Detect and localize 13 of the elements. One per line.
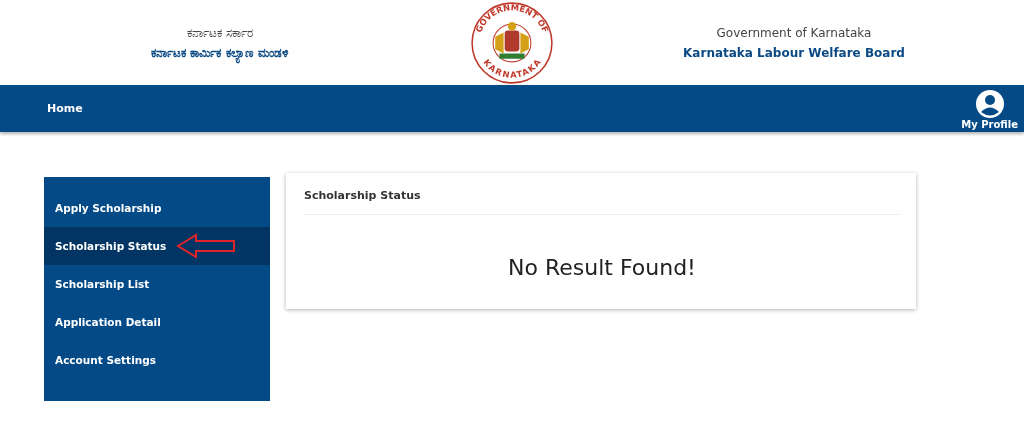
sidebar-item[interactable]: Account Settings <box>44 341 270 379</box>
sidebar-item[interactable]: Scholarship Status <box>44 227 270 265</box>
user-icon <box>974 89 1005 119</box>
home-link[interactable]: Home <box>47 102 83 115</box>
board-name: Karnataka Labour Welfare Board <box>683 45 905 60</box>
card-title: Scholarship Status <box>304 173 900 215</box>
government-name: ಕರ್ನಾಟಕ ಸರ್ಕಾರ <box>187 25 253 40</box>
sidebar-item[interactable]: Scholarship List <box>44 265 270 303</box>
sidebar-item[interactable]: Application Detail <box>44 303 270 341</box>
no-result-message: No Result Found! <box>507 255 697 280</box>
profile-link[interactable]: My Profile <box>961 87 1018 130</box>
government-name: Government of Karnataka <box>716 25 872 40</box>
sidebar-item[interactable]: Apply Scholarship <box>44 189 270 227</box>
